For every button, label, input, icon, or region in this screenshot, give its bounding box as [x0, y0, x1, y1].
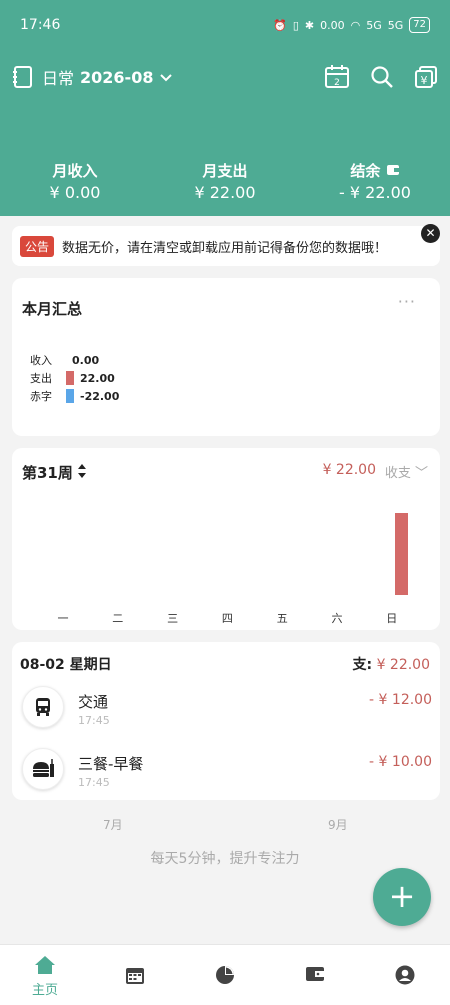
chart-day-label: 五 — [276, 612, 288, 625]
chart-type-dropdown[interactable]: 收支 ﹀ — [385, 462, 428, 481]
record-item[interactable]: 交通 17:45 - ¥ 12.00 — [22, 686, 432, 732]
sim2-signal: 5G — [387, 18, 404, 32]
notice-text: 数据无价，请在清空或卸载应用前记得备份您的数据哦！ — [62, 240, 388, 256]
top-bar: 日常 2026-08 2 ¥ — [12, 60, 440, 94]
row-label: 支出 — [30, 372, 52, 385]
nav-home[interactable]: 主页 — [0, 945, 90, 1005]
income-value: ¥ 0.00 — [49, 183, 101, 202]
row-label: 赤字 — [30, 390, 52, 403]
chart-day-label: 六 — [331, 612, 343, 625]
svg-text:¥: ¥ — [421, 74, 428, 87]
record-name: 交通 — [78, 693, 109, 711]
record-total: 支: ¥ 22.00 — [353, 654, 431, 674]
notice-banner: 公告 数据无价，请在清空或卸载应用前记得备份您的数据哦！ ✕ — [12, 224, 440, 266]
income-label: 月收入 — [52, 162, 98, 180]
nav-profile[interactable] — [360, 945, 450, 1005]
vibrate-icon: ▯ — [292, 18, 299, 32]
row-bar — [66, 371, 74, 385]
ledger-name: 日常 — [42, 69, 75, 88]
bluetooth-icon: ✱ — [304, 18, 315, 32]
daily-records-card: 08-02 星期日 支: ¥ 22.00 交通 17:45 - ¥ 12.00 … — [12, 642, 440, 800]
total-value: ¥ 22.00 — [376, 657, 430, 673]
close-icon[interactable]: ✕ — [421, 224, 440, 243]
status-time: 17:46 — [20, 17, 61, 33]
week-title: 第31周 — [22, 464, 73, 482]
chart-day-label: 二 — [112, 612, 124, 625]
sim1-signal: 5G — [366, 18, 382, 32]
monthly-row-expense: 支出 22.00 — [30, 370, 115, 386]
net-speed: 0.00 — [320, 18, 345, 32]
ledger-book-icon[interactable] — [12, 65, 34, 89]
monthly-row-deficit: 赤字 -22.00 — [30, 388, 119, 404]
record-amount: - ¥ 12.00 — [369, 692, 432, 708]
ledger-selector[interactable]: 日常 2026-08 — [42, 65, 173, 89]
search-icon[interactable] — [370, 65, 394, 89]
record-name: 三餐-早餐 — [78, 755, 144, 773]
monthly-row-income: 收入 0.00 — [30, 352, 99, 368]
wallet-icon — [305, 965, 325, 987]
pie-chart-icon — [215, 965, 235, 989]
home-icon — [34, 955, 56, 979]
week-selector[interactable]: 第31周 — [22, 462, 87, 483]
balance-label: 结余 — [350, 162, 381, 180]
slogan: 每天5分钟，提升专注力 — [150, 851, 300, 867]
calendar-day: 2 — [334, 78, 340, 88]
bus-icon — [22, 686, 64, 728]
battery-level: 72 — [409, 17, 430, 33]
row-bar — [66, 389, 74, 403]
record-time: 17:45 — [78, 776, 110, 789]
notice-tag: 公告 — [20, 235, 55, 257]
expense-label: 月支出 — [202, 162, 248, 180]
calendar-icon[interactable]: 2 — [324, 64, 350, 90]
monthly-summary-card: 本月汇总 ··· 收入 0.00 支出 22.00 赤字 -22.00 — [12, 278, 440, 436]
calendar-icon — [125, 965, 145, 989]
chart-day-label: 三 — [167, 612, 179, 625]
balance-value: - ¥ 22.00 — [339, 183, 411, 202]
monthly-title: 本月汇总 — [22, 300, 83, 318]
nav-wallet[interactable] — [270, 945, 360, 1005]
status-bar: 17:46 ⏰ ▯ ✱ 0.00 ◠ 5G 5G 72 — [0, 0, 450, 50]
record-amount: - ¥ 10.00 — [369, 754, 432, 770]
record-date: 08-02 星期日 — [20, 657, 112, 673]
record-item[interactable]: 三餐-早餐 17:45 - ¥ 10.00 — [22, 748, 432, 794]
row-value: -22.00 — [80, 389, 120, 403]
chevron-down-icon: ﹀ — [414, 466, 428, 481]
expense-value: ¥ 22.00 — [194, 183, 256, 202]
row-label: 收入 — [30, 354, 52, 367]
user-icon — [395, 965, 415, 989]
prev-month-link[interactable]: 7月 — [103, 816, 123, 833]
total-label: 支: — [352, 657, 373, 673]
nav-statistics[interactable] — [180, 945, 270, 1005]
nav-home-label: 主页 — [31, 983, 58, 998]
weekly-chart-card: 第31周 ¥ 22.00 收支 ﹀ 一 二 三 四 五 六 日 — [12, 448, 440, 630]
chart-day-label: 日 — [386, 612, 398, 625]
ledger-month: 2026-08 — [80, 67, 154, 87]
header: 17:46 ⏰ ▯ ✱ 0.00 ◠ 5G 5G 72 日常 2026-08 2 — [0, 0, 450, 216]
wifi-icon: ◠ — [350, 18, 361, 32]
week-amount: ¥ 22.00 — [322, 462, 376, 478]
month-summary: 月收入 ¥ 0.00 月支出 ¥ 22.00 结余 - ¥ 22.00 — [0, 160, 450, 202]
alarm-icon: ⏰ — [273, 18, 287, 32]
wallet-icon — [386, 162, 400, 180]
row-value: 0.00 — [72, 353, 100, 367]
row-value: 22.00 — [80, 371, 115, 385]
bottom-nav: 主页 — [0, 944, 450, 1005]
chart-type-label: 收支 — [384, 466, 411, 481]
bills-icon[interactable]: ¥ — [414, 65, 438, 89]
add-record-button[interactable]: + — [373, 868, 431, 926]
record-time: 17:45 — [78, 714, 110, 727]
nav-calendar[interactable] — [90, 945, 180, 1005]
more-icon[interactable]: ··· — [398, 292, 416, 311]
chart-day-label: 四 — [221, 612, 233, 625]
balance-block[interactable]: 结余 - ¥ 22.00 — [300, 160, 450, 202]
chart-day-label: 一 — [57, 612, 69, 625]
next-month-link[interactable]: 9月 — [328, 816, 348, 833]
chevron-down-icon — [159, 68, 173, 87]
sort-arrows-icon — [77, 463, 87, 483]
chart-bar — [394, 513, 408, 595]
burger-icon — [22, 748, 64, 790]
